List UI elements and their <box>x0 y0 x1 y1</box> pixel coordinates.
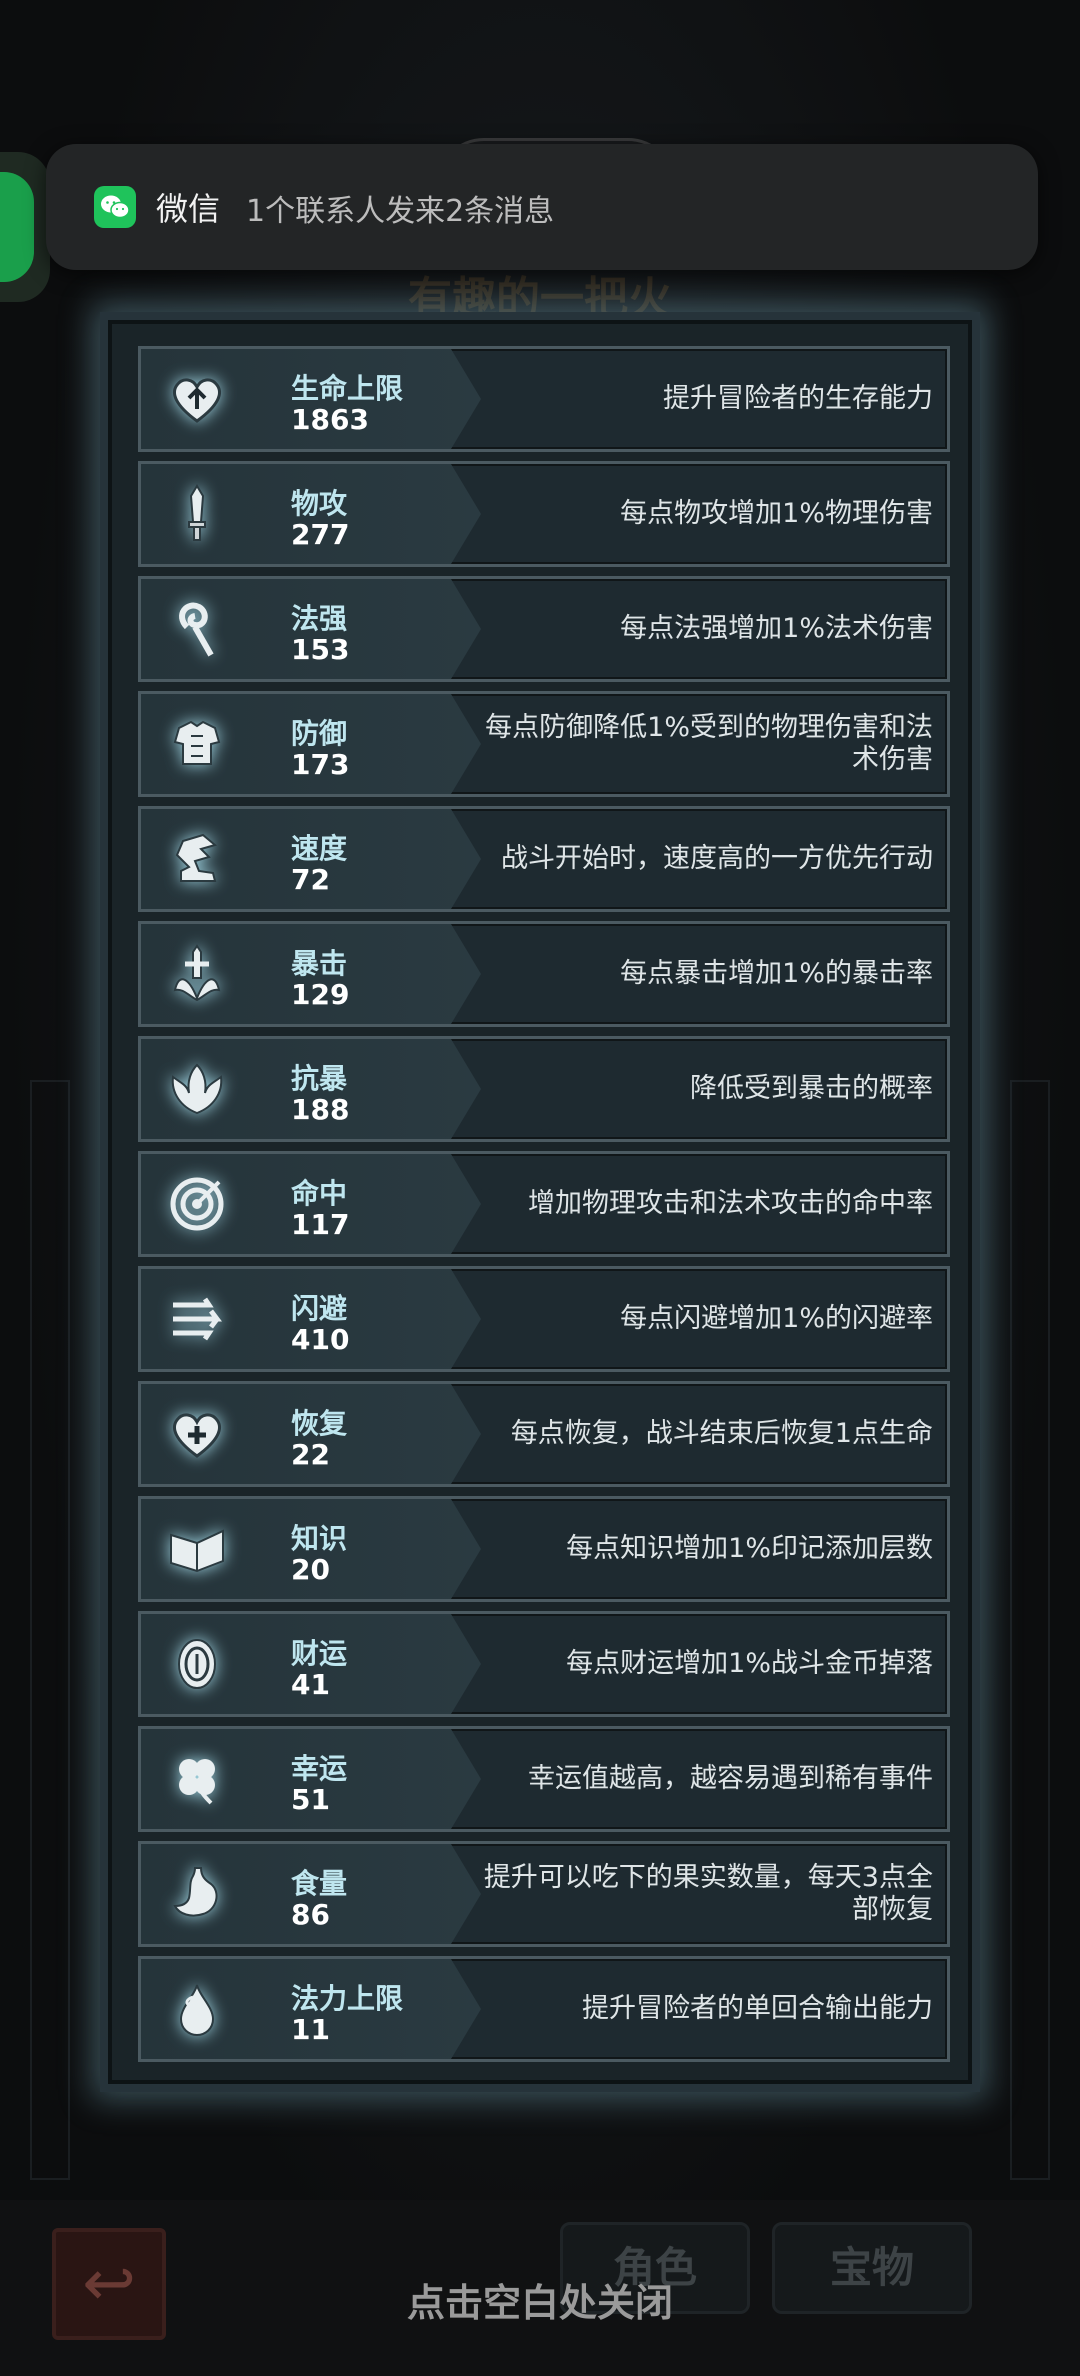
stat-description: 战斗开始时，速度高的一方优先行动 <box>501 843 933 874</box>
notification-app-name: 微信 <box>156 190 221 228</box>
stats-panel: 生命上限 1863 提升冒险者的生存能力物攻 277 每点物攻增加1%物理伤害法强 153… <box>100 312 980 2092</box>
stat-name: 命中 <box>291 1177 348 1210</box>
stat-row: 生命上限 1863 提升冒险者的生存能力 <box>138 346 950 452</box>
stat-row: 法强 153 每点法强增加1%法术伤害 <box>138 576 950 682</box>
stat-description: 每点知识增加1%印记添加层数 <box>566 1533 933 1564</box>
stat-name: 知识 <box>291 1522 348 1555</box>
stat-name: 法强 <box>291 602 348 635</box>
stat-description: 每点恢复，战斗结束后恢复1点生命 <box>510 1418 933 1449</box>
stat-row: 防御 173 每点防御降低1%受到的物理伤害和法术伤害 <box>138 691 950 797</box>
stat-value: 153 <box>291 633 350 666</box>
side-app-edge[interactable] <box>0 152 50 302</box>
stat-value: 86 <box>291 1898 330 1931</box>
stat-row: 暴击 129 每点暴击增加1%的暴击率 <box>138 921 950 1027</box>
stat-row: 命中 117 增加物理攻击和法术攻击的命中率 <box>138 1151 950 1257</box>
stat-value: 173 <box>291 748 350 781</box>
stat-row: 闪避 410 每点闪避增加1%的闪避率 <box>138 1266 950 1372</box>
stat-name: 幸运 <box>291 1752 348 1785</box>
stat-value: 72 <box>291 863 330 896</box>
stat-value: 117 <box>291 1208 350 1241</box>
stat-name: 闪避 <box>291 1292 348 1325</box>
book-icon <box>163 1515 231 1583</box>
mana-drop-icon <box>163 1975 231 2043</box>
stat-name: 防御 <box>291 717 348 750</box>
wechat-icon <box>94 186 136 228</box>
clover-icon <box>163 1745 231 1813</box>
stat-value: 51 <box>291 1783 330 1816</box>
stat-value: 129 <box>291 978 350 1011</box>
stat-row: 知识 20 每点知识增加1%印记添加层数 <box>138 1496 950 1602</box>
side-app-icon <box>0 172 34 282</box>
stat-name: 抗暴 <box>291 1062 348 1095</box>
stat-value: 22 <box>291 1438 330 1471</box>
stat-row: 恢复 22 每点恢复，战斗结束后恢复1点生命 <box>138 1381 950 1487</box>
sword-icon <box>163 480 231 548</box>
stat-description: 每点法强增加1%法术伤害 <box>620 613 933 644</box>
stat-name: 物攻 <box>291 487 348 520</box>
notification-message: 1个联系人发来2条消息 <box>246 194 555 229</box>
stat-description: 幸运值越高，越容易遇到稀有事件 <box>528 1763 933 1794</box>
stat-description: 每点暴击增加1%的暴击率 <box>620 958 933 989</box>
stat-description: 增加物理攻击和法术攻击的命中率 <box>528 1188 933 1219</box>
stat-row: 速度 72 战斗开始时，速度高的一方优先行动 <box>138 806 950 912</box>
stat-description: 降低受到暴击的概率 <box>690 1073 933 1104</box>
heart-up-icon <box>163 365 231 433</box>
stat-value: 410 <box>291 1323 350 1356</box>
stat-name: 暴击 <box>291 947 348 980</box>
stat-name: 财运 <box>291 1637 348 1670</box>
stat-value: 41 <box>291 1668 330 1701</box>
staff-icon <box>163 595 231 663</box>
stat-description: 每点防御降低1%受到的物理伤害和法术伤害 <box>485 712 933 775</box>
background-frame-left <box>30 1080 70 2180</box>
background-frame-right <box>1010 1080 1050 2180</box>
close-hint[interactable]: 点击空白处关闭 <box>0 2272 1080 2327</box>
stat-name: 法力上限 <box>291 1982 404 2015</box>
shell-shield-icon <box>163 1055 231 1123</box>
coin-icon <box>163 1630 231 1698</box>
stat-list: 生命上限 1863 提升冒险者的生存能力物攻 277 每点物攻增加1%物理伤害法强 153… <box>138 346 950 2071</box>
stat-description: 提升可以吃下的果实数量，每天3点全部恢复 <box>483 1862 933 1925</box>
stat-name: 食量 <box>291 1867 348 1900</box>
winged-boot-icon <box>163 825 231 893</box>
stat-name: 恢复 <box>291 1407 348 1440</box>
stat-description: 每点物攻增加1%物理伤害 <box>620 498 933 529</box>
stat-description: 提升冒险者的生存能力 <box>663 383 933 414</box>
stat-row: 法力上限 11 提升冒险者的单回合输出能力 <box>138 1956 950 2062</box>
crit-sword-icon <box>163 940 231 1008</box>
stat-value: 11 <box>291 2013 330 2046</box>
stat-name: 生命上限 <box>291 372 404 405</box>
dodge-arrows-icon <box>163 1285 231 1353</box>
stat-description: 提升冒险者的单回合输出能力 <box>582 1993 933 2024</box>
wechat-notification[interactable]: 微信 1个联系人发来2条消息 <box>46 144 1038 270</box>
stat-value: 277 <box>291 518 350 551</box>
target-icon <box>163 1170 231 1238</box>
stat-row: 食量 86 提升可以吃下的果实数量，每天3点全部恢复 <box>138 1841 950 1947</box>
stat-row: 抗暴 188 降低受到暴击的概率 <box>138 1036 950 1142</box>
stat-value: 188 <box>291 1093 350 1126</box>
stat-name: 速度 <box>291 832 348 865</box>
stat-row: 财运 41 每点财运增加1%战斗金币掉落 <box>138 1611 950 1717</box>
stat-value: 20 <box>291 1553 330 1586</box>
stomach-icon <box>163 1860 231 1928</box>
stat-row: 幸运 51 幸运值越高，越容易遇到稀有事件 <box>138 1726 950 1832</box>
heart-plus-icon <box>163 1400 231 1468</box>
armor-icon <box>163 710 231 778</box>
stat-description: 每点财运增加1%战斗金币掉落 <box>566 1648 933 1679</box>
stat-value: 1863 <box>291 403 369 436</box>
stat-row: 物攻 277 每点物攻增加1%物理伤害 <box>138 461 950 567</box>
stat-description: 每点闪避增加1%的闪避率 <box>620 1303 933 1334</box>
